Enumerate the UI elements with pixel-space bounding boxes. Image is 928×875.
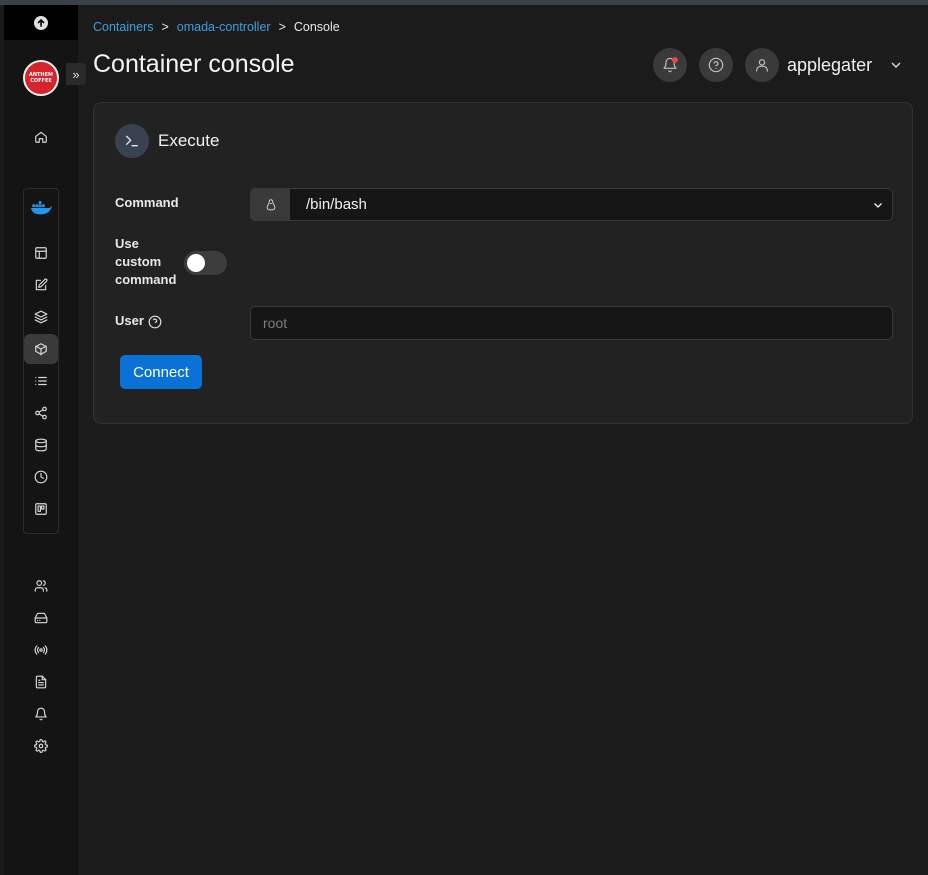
images-icon[interactable]: [24, 366, 58, 396]
users-icon[interactable]: [24, 571, 58, 601]
events-icon[interactable]: [24, 462, 58, 492]
sidebar: ANTHEM COFFEE »: [4, 5, 86, 875]
user-label: User: [115, 312, 162, 330]
toggle-knob: [187, 254, 205, 272]
volumes-icon[interactable]: [24, 430, 58, 460]
anthem-coffee-logo[interactable]: ANTHEM COFFEE: [23, 60, 59, 96]
user-avatar[interactable]: [745, 48, 779, 82]
user-icon: [756, 59, 768, 72]
breadcrumb-current: Console: [293, 20, 340, 34]
custom-command-label: Use custom command: [115, 235, 176, 289]
breadcrumb-separator: >: [278, 20, 286, 34]
execute-card: Execute Command /bin/bash Use custom com…: [93, 102, 913, 424]
main-content: Containers > omada-controller > Console …: [78, 5, 928, 875]
home-icon[interactable]: [24, 122, 58, 152]
settings-icon[interactable]: [24, 731, 58, 761]
breadcrumb-containers-link[interactable]: Containers: [93, 20, 153, 34]
upload-icon[interactable]: [34, 15, 48, 30]
command-label: Command: [115, 195, 179, 210]
docker-whale-icon[interactable]: [24, 193, 58, 223]
chevron-down-icon: [874, 202, 882, 208]
registries-icon[interactable]: [24, 635, 58, 665]
containers-icon[interactable]: [24, 334, 58, 364]
custom-command-label-line-1: Use: [115, 236, 139, 251]
notifications-button[interactable]: [653, 48, 687, 82]
command-select-value: /bin/bash: [306, 196, 367, 213]
terminal-icon: [115, 124, 149, 158]
help-circle-icon: [708, 57, 724, 73]
breadcrumb-separator: >: [161, 20, 169, 34]
help-circle-icon[interactable]: [148, 315, 162, 329]
networks-icon[interactable]: [24, 398, 58, 428]
logs-icon[interactable]: [24, 667, 58, 697]
page-title: Container console: [93, 50, 295, 78]
custom-command-toggle[interactable]: [184, 251, 227, 275]
notifications-icon[interactable]: [24, 699, 58, 729]
user-label-text: User: [115, 313, 144, 328]
sidebar-header: [4, 5, 78, 40]
command-select[interactable]: /bin/bash: [250, 188, 893, 221]
connect-button[interactable]: Connect: [120, 355, 202, 389]
breadcrumb-container-link[interactable]: omada-controller: [177, 20, 271, 34]
templates-icon[interactable]: [24, 270, 58, 300]
username[interactable]: applegater: [787, 55, 872, 76]
help-button[interactable]: [699, 48, 733, 82]
logo-line-2: COFFEE: [30, 78, 52, 84]
stacks-icon[interactable]: [24, 302, 58, 332]
host-icon[interactable]: [24, 494, 58, 524]
card-title: Execute: [158, 131, 220, 150]
notification-badge: [672, 57, 678, 63]
dashboard-icon[interactable]: [24, 238, 58, 268]
environments-icon[interactable]: [24, 603, 58, 633]
user-input[interactable]: [250, 306, 893, 340]
custom-command-label-line-2: custom: [115, 254, 162, 269]
chevron-down-icon[interactable]: [888, 57, 904, 78]
breadcrumb: Containers > omada-controller > Console: [93, 20, 340, 34]
linux-icon: [251, 189, 290, 220]
custom-command-label-line-3: command: [115, 272, 177, 287]
